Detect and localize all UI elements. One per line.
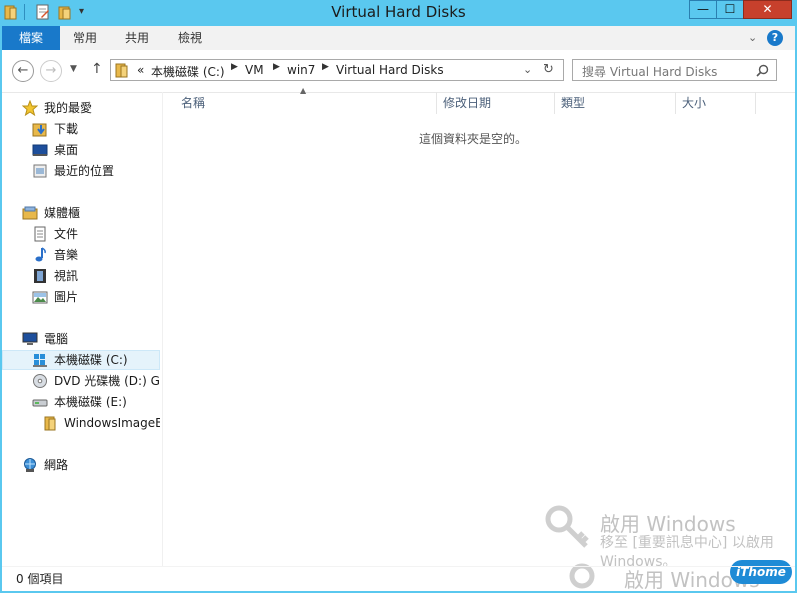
address-overflow[interactable]: «: [137, 63, 144, 77]
maximize-button[interactable]: ☐: [716, 0, 744, 19]
nav-libraries-label: 媒體櫃: [44, 206, 81, 220]
picture-icon: [32, 291, 48, 304]
key-watermark-icon: [545, 505, 589, 548]
refresh-icon[interactable]: ↻: [543, 62, 554, 77]
music-note-icon: [35, 247, 46, 262]
minimize-button[interactable]: —: [689, 0, 717, 19]
breadcrumb-virtual-hard-disks[interactable]: Virtual Hard Disks: [336, 63, 444, 77]
empty-folder-message: 這個資料夾是空的。: [418, 132, 527, 146]
breadcrumb-separator-icon[interactable]: ▶: [273, 62, 280, 72]
forward-button[interactable]: →: [40, 60, 62, 82]
breadcrumb-drive-c[interactable]: 本機磁碟 (C:): [151, 63, 225, 80]
nav-pictures[interactable]: 圖片: [2, 287, 160, 307]
folder-icon: [44, 416, 56, 431]
nav-drive-e-label: 本機磁碟 (E:): [54, 395, 127, 409]
navigation-pane: 我的最愛 下載 桌面 最近的位置 媒體櫃 文件 音樂 視訊 圖片 電腦 本機磁碟…: [2, 92, 160, 566]
column-header-type[interactable]: 類型: [555, 92, 676, 114]
nav-dvd-drive-d[interactable]: DVD 光碟機 (D:) GR: [2, 371, 160, 391]
nav-dvd-drive-d-label: DVD 光碟機 (D:) GR: [54, 374, 160, 388]
nav-videos[interactable]: 視訊: [2, 266, 160, 286]
tab-home[interactable]: 常用: [60, 26, 110, 50]
breadcrumb-win7[interactable]: win7: [287, 63, 315, 77]
nav-downloads-label: 下載: [54, 122, 79, 136]
documents-icon: [34, 226, 46, 242]
nav-network[interactable]: 網路: [2, 455, 160, 475]
film-icon: [34, 269, 46, 283]
nav-desktop[interactable]: 桌面: [2, 140, 160, 160]
column-header-name[interactable]: 名稱: [175, 92, 437, 114]
downloads-folder-icon: [32, 123, 47, 137]
column-header-size[interactable]: 大小: [676, 92, 756, 114]
nav-drive-c-label: 本機磁碟 (C:): [54, 353, 128, 367]
tab-share[interactable]: 共用: [112, 26, 162, 50]
dvd-drive-icon: [33, 374, 47, 388]
address-row: ← → ▼ ↑ « 本機磁碟 (C:) ▶ VM ▶ win7 ▶ Virtua…: [2, 50, 795, 93]
recent-places-icon: [33, 164, 47, 178]
status-bar: [2, 566, 795, 592]
nav-pictures-label: 圖片: [54, 290, 79, 304]
chevron-down-icon[interactable]: ⌄: [748, 31, 757, 44]
breadcrumb-vm[interactable]: VM: [245, 63, 264, 77]
nav-libraries[interactable]: 媒體櫃: [2, 203, 160, 223]
explorer-window: ← → ▼ ↑ « 本機磁碟 (C:) ▶ VM ▶ win7 ▶ Virtua…: [2, 50, 796, 592]
help-icon[interactable]: ?: [767, 30, 783, 46]
nav-desktop-label: 桌面: [54, 143, 79, 157]
window-title: Virtual Hard Disks: [331, 3, 466, 21]
nav-drive-c[interactable]: 本機磁碟 (C:): [2, 350, 160, 370]
nav-recent-places[interactable]: 最近的位置: [2, 161, 160, 181]
recent-locations-chevron-icon[interactable]: ▼: [70, 64, 77, 74]
nav-favorites[interactable]: 我的最愛: [2, 98, 160, 118]
windows-drive-icon: [33, 354, 47, 367]
column-header-date-modified[interactable]: 修改日期: [437, 92, 555, 114]
breadcrumb-separator-icon[interactable]: ▶: [231, 62, 238, 72]
nav-documents[interactable]: 文件: [2, 224, 160, 244]
nav-favorites-label: 我的最愛: [44, 101, 93, 115]
star-icon: [22, 100, 38, 116]
file-list-pane: ▲ 名稱 修改日期 類型 大小 這個資料夾是空的。: [162, 86, 796, 566]
search-box[interactable]: 搜尋 Virtual Hard Disks: [572, 59, 777, 81]
tab-view[interactable]: 檢視: [165, 26, 215, 50]
desktop-icon: [32, 144, 48, 156]
nav-recent-places-label: 最近的位置: [54, 164, 115, 178]
nav-music[interactable]: 音樂: [2, 245, 160, 265]
address-history-chevron-icon[interactable]: ⌄: [523, 63, 532, 76]
activation-watermark-line: 移至 [重要訊息中心] 以啟用: [600, 535, 774, 551]
network-icon: [24, 458, 36, 472]
search-placeholder: 搜尋 Virtual Hard Disks: [582, 65, 718, 79]
nav-drive-e[interactable]: 本機磁碟 (E:): [2, 392, 160, 412]
nav-computer[interactable]: 電腦: [2, 329, 160, 349]
breadcrumb-separator-icon[interactable]: ▶: [322, 62, 329, 72]
nav-windowsimageb-folder[interactable]: WindowsImageB: [2, 413, 160, 433]
address-bar[interactable]: « 本機磁碟 (C:) ▶ VM ▶ win7 ▶ Virtual Hard D…: [110, 59, 564, 81]
hard-drive-icon: [32, 399, 48, 407]
up-arrow-icon[interactable]: ↑: [91, 61, 103, 77]
nav-network-label: 網路: [44, 458, 69, 472]
close-button[interactable]: ✕: [743, 0, 792, 19]
nav-documents-label: 文件: [54, 227, 79, 241]
nav-windowsimageb-label: WindowsImageB: [64, 416, 160, 430]
title-bar: ▾ Virtual Hard Disks — ☐ ✕: [0, 0, 797, 26]
nav-computer-label: 電腦: [44, 332, 69, 346]
item-count: 0 個項目: [16, 572, 64, 586]
nav-videos-label: 視訊: [54, 269, 79, 283]
ribbon-tabs: 檔案 常用 共用 檢視 ⌄ ?: [2, 26, 795, 50]
folder-icon: [115, 63, 128, 78]
nav-downloads[interactable]: 下載: [2, 119, 160, 139]
nav-music-label: 音樂: [54, 248, 79, 262]
tab-file[interactable]: 檔案: [2, 26, 60, 50]
libraries-icon: [22, 206, 38, 220]
search-icon[interactable]: [756, 64, 769, 77]
computer-icon: [22, 332, 38, 345]
back-button[interactable]: ←: [12, 60, 34, 82]
